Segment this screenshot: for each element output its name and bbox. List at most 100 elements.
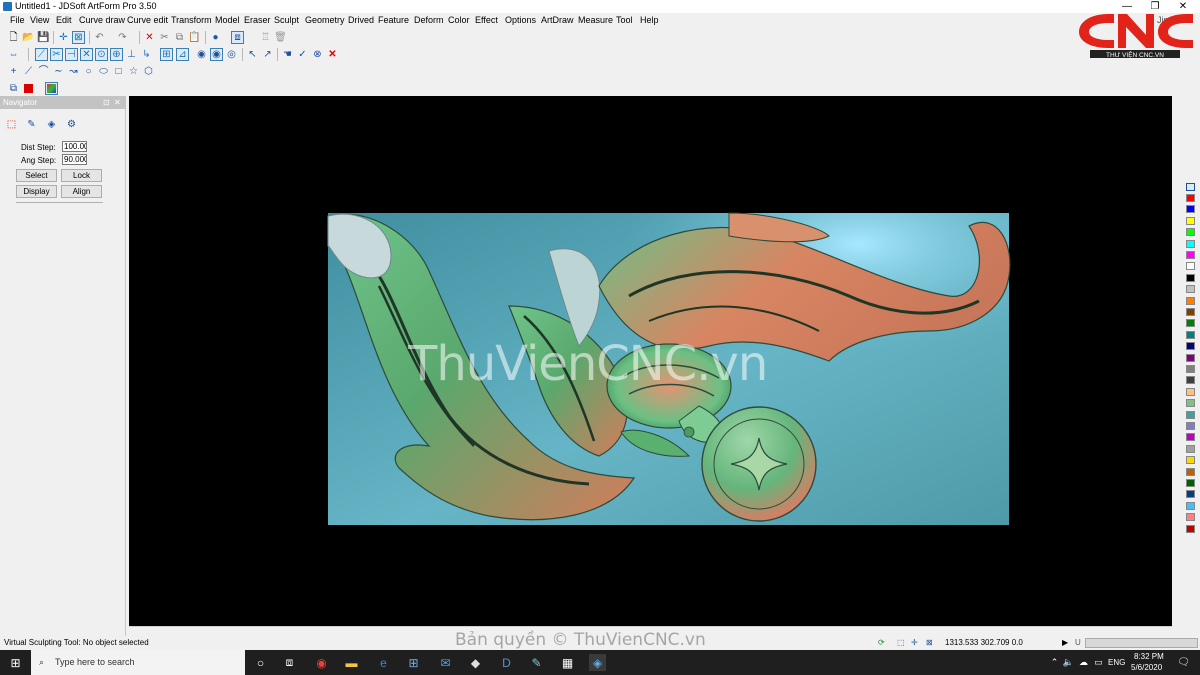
save-icon[interactable]: 💾 (37, 31, 50, 44)
menu-tool[interactable]: Tool (616, 15, 633, 25)
circle-icon[interactable]: ○ (82, 65, 95, 78)
delete-icon[interactable]: ✕ (143, 31, 156, 44)
trash-icon[interactable]: 🗑 (274, 31, 287, 44)
close-panel-icon[interactable]: ✕ (114, 96, 121, 109)
rectangle-icon[interactable]: □ (112, 65, 125, 78)
cnc-app-icon[interactable]: ◆ (467, 654, 484, 671)
calculator-icon[interactable]: ▦ (559, 654, 576, 671)
eye-icon[interactable]: ◉ (195, 48, 208, 61)
menu-measure[interactable]: Measure (578, 15, 613, 25)
mail-icon[interactable]: ✉ (437, 654, 454, 671)
plane-view-icon[interactable]: ◈ (45, 118, 58, 131)
language-indicator[interactable]: ENG (1108, 658, 1125, 667)
unpick-icon[interactable]: ↗ (261, 48, 274, 61)
crosshair-icon[interactable]: ✛ (57, 31, 70, 44)
palette-swatch[interactable] (1186, 479, 1195, 487)
palette-swatch[interactable] (1186, 524, 1195, 533)
network-icon[interactable]: ▭ (1090, 654, 1107, 671)
palette-swatch[interactable] (1186, 205, 1195, 214)
remove-icon[interactable]: ✕ (326, 48, 339, 61)
select-button[interactable]: Select (16, 169, 57, 182)
star-icon[interactable]: ☆ (127, 65, 140, 78)
menu-curve-edit[interactable]: Curve edit (127, 15, 168, 25)
curve-icon[interactable]: ↝ (67, 65, 80, 78)
menu-curve-draw[interactable]: Curve draw (79, 15, 125, 25)
new-file-icon[interactable]: 🗋 (7, 31, 20, 44)
palette-swatch[interactable] (1186, 399, 1195, 408)
edge-icon[interactable]: e (375, 654, 392, 671)
gradient-icon[interactable] (45, 82, 58, 95)
palette-swatch[interactable] (1186, 216, 1195, 225)
palette-swatch[interactable] (1186, 194, 1195, 202)
palette-swatch[interactable] (1186, 387, 1195, 396)
file-explorer-icon[interactable]: ▬ (343, 654, 360, 671)
menu-model[interactable]: Model (215, 15, 240, 25)
center-tool-icon[interactable]: ⊙ (95, 48, 108, 61)
palette-swatch[interactable] (1186, 308, 1195, 316)
crosshair-status-icon[interactable]: ✛ (911, 636, 918, 650)
palette-swatch[interactable] (1186, 262, 1195, 271)
palette-swatch[interactable] (1186, 365, 1195, 373)
notification-icon[interactable]: 🗨 (1175, 654, 1192, 671)
palette-swatch[interactable] (1186, 467, 1195, 476)
undo-icon[interactable]: ↶ (93, 31, 106, 44)
edit-view-icon[interactable]: ✎ (25, 118, 38, 131)
palette-swatch[interactable] (1186, 444, 1195, 453)
menu-help[interactable]: Help (640, 15, 659, 25)
polygon-icon[interactable]: ⬡ (142, 65, 155, 78)
display-button[interactable]: Display (16, 185, 57, 198)
lock-button[interactable]: Lock (61, 169, 102, 182)
store-icon[interactable]: ⊞ (405, 654, 422, 671)
menu-transform[interactable]: Transform (171, 15, 212, 25)
cross-tool-icon[interactable]: ✕ (80, 48, 93, 61)
palette-swatch[interactable] (1186, 285, 1195, 294)
spline-icon[interactable]: ∼ (52, 65, 65, 78)
palette-swatch[interactable] (1186, 330, 1195, 339)
palette-swatch[interactable] (1186, 239, 1195, 248)
paste-icon[interactable]: 📋 (188, 31, 201, 44)
palette-swatch[interactable] (1186, 342, 1195, 351)
palette-swatch[interactable] (1186, 296, 1195, 305)
artcam-icon[interactable]: ✎ (528, 654, 545, 671)
design-app-icon[interactable]: D (498, 654, 515, 671)
menu-view[interactable]: View (30, 15, 49, 25)
select-all-icon[interactable]: ⊗ (311, 48, 324, 61)
play-icon[interactable]: ▶ (1062, 636, 1068, 650)
pick-icon[interactable]: ↖ (246, 48, 259, 61)
layers-icon[interactable]: ⧉ (7, 82, 20, 95)
palette-swatch[interactable] (1186, 319, 1195, 328)
palette-swatch[interactable] (1186, 273, 1195, 282)
color-swatch-icon[interactable] (22, 82, 35, 95)
ellipse-icon[interactable]: ⬭ (97, 65, 110, 78)
cut-icon[interactable]: ✂ (158, 31, 171, 44)
show-icon[interactable]: ◉ (210, 48, 223, 61)
refresh-icon[interactable]: ⟳ (878, 636, 885, 650)
anchor-icon[interactable]: ⊥ (125, 48, 138, 61)
redo-icon[interactable]: ↷ (116, 31, 129, 44)
point-icon[interactable]: + (7, 65, 20, 78)
hook-icon[interactable]: ↳ (140, 48, 153, 61)
palette-swatch[interactable] (1186, 353, 1195, 362)
settings-view-icon[interactable]: ⚙ (65, 118, 78, 131)
dist-step-input[interactable]: 100.000 (62, 141, 87, 152)
jdsoft-icon[interactable]: ◈ (589, 654, 606, 671)
select-box-icon[interactable]: ⊠ (72, 31, 85, 44)
pin-icon[interactable]: ⊡ (103, 96, 110, 109)
cup-icon[interactable]: ♖ (259, 31, 272, 44)
grid-snap-icon[interactable]: ⊞ (160, 48, 173, 61)
palette-swatch[interactable] (1186, 490, 1195, 499)
align-button[interactable]: Align (61, 185, 102, 198)
palette-swatch[interactable] (1186, 251, 1195, 259)
start-icon[interactable]: ⊞ (7, 654, 24, 671)
snap-status-icon[interactable]: ⬚ (897, 636, 905, 650)
palette-swatch[interactable] (1186, 422, 1195, 430)
line-tool-icon[interactable]: ⟋ (35, 48, 48, 61)
palette-swatch[interactable] (1186, 376, 1195, 385)
sphere-icon[interactable]: ● (209, 31, 222, 44)
menu-eraser[interactable]: Eraser (244, 15, 271, 25)
palette-swatch[interactable] (1186, 433, 1195, 442)
ang-step-input[interactable]: 90.000 (62, 154, 87, 165)
open-file-icon[interactable]: 📂 (22, 31, 35, 44)
palette-swatch[interactable] (1186, 501, 1195, 510)
menu-color[interactable]: Color (448, 15, 470, 25)
